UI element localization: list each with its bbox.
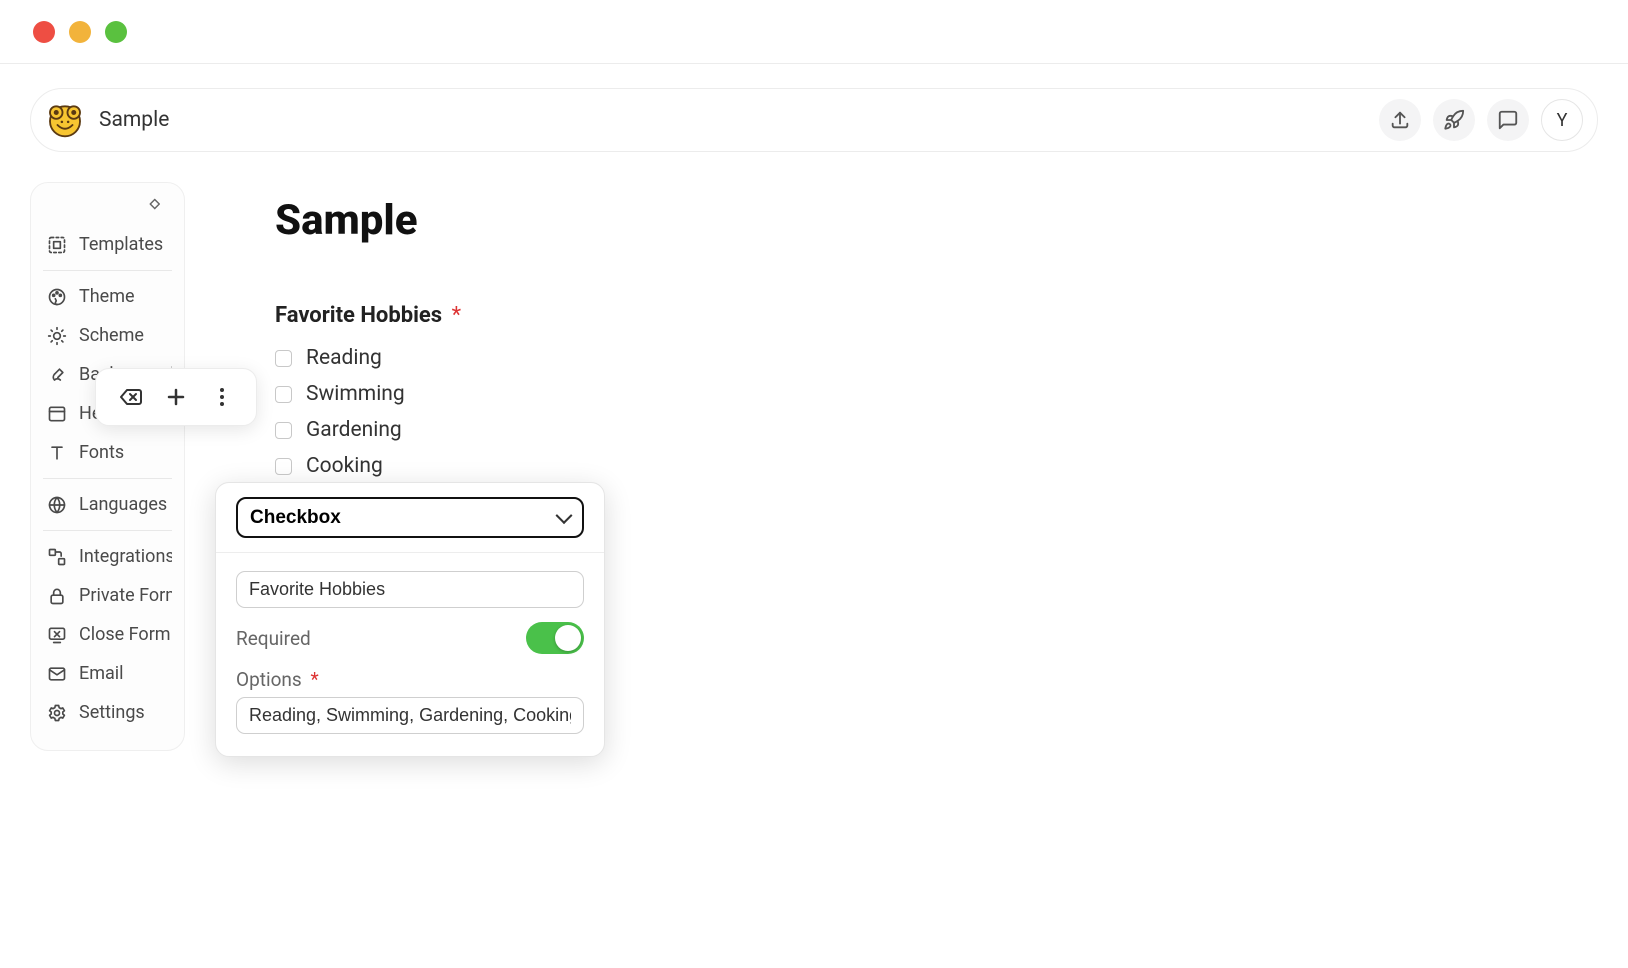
sun-icon — [47, 326, 67, 346]
sidebar-collapse[interactable] — [43, 195, 172, 219]
more-vertical-icon — [210, 385, 234, 409]
app-logo[interactable] — [45, 100, 85, 140]
checkbox-option[interactable]: Swimming — [275, 376, 1598, 412]
header-icon — [47, 404, 67, 424]
checkbox-option[interactable]: Reading — [275, 340, 1598, 376]
checkbox-option[interactable]: Gardening — [275, 412, 1598, 448]
window-titlebar — [0, 0, 1628, 64]
sidebar-item-private[interactable]: Private Form — [43, 576, 172, 615]
options-input[interactable] — [236, 697, 584, 734]
share-button[interactable] — [1379, 99, 1421, 141]
toggle-knob — [555, 625, 581, 651]
monkey-icon — [45, 100, 85, 140]
sidebar-item-theme[interactable]: Theme — [43, 277, 172, 316]
sidebar-item-label: Close Form — [79, 624, 171, 645]
sidebar-item-label: Fonts — [79, 442, 124, 463]
sidebar-item-label: Theme — [79, 286, 135, 307]
field-label-text: Favorite Hobbies — [275, 303, 442, 328]
sidebar-item-label: Languages — [79, 494, 167, 515]
backspace-icon — [118, 385, 142, 409]
upload-icon — [1389, 109, 1411, 131]
top-bar: Sample Y — [30, 88, 1598, 152]
window-close-dot[interactable] — [33, 21, 55, 43]
option-label: Gardening — [306, 418, 402, 442]
sidebar-item-close-form[interactable]: Close Form — [43, 615, 172, 654]
templates-icon — [47, 235, 67, 255]
palette-icon — [47, 287, 67, 307]
sidebar-item-scheme[interactable]: Scheme — [43, 316, 172, 355]
plus-icon — [164, 385, 188, 409]
sidebar: Templates Theme — [30, 182, 185, 751]
launch-button[interactable] — [1433, 99, 1475, 141]
required-marker: * — [452, 303, 461, 328]
window-zoom-dot[interactable] — [105, 21, 127, 43]
required-marker: * — [310, 668, 318, 691]
options-label: Options * — [236, 668, 584, 691]
field-question-label: Favorite Hobbies * — [275, 303, 1598, 328]
mail-icon — [47, 664, 67, 684]
sidebar-item-label: Integrations — [79, 546, 172, 567]
sidebar-item-label: Templates — [79, 234, 163, 255]
option-label: Cooking — [306, 454, 383, 478]
options-label-text: Options — [236, 668, 302, 691]
form-title-header[interactable]: Sample — [99, 108, 169, 132]
comments-button[interactable] — [1487, 99, 1529, 141]
user-avatar[interactable]: Y — [1541, 99, 1583, 141]
form-canvas: Sample Favorite Hobbies * Reading Swimmi… — [215, 182, 1598, 484]
lock-icon — [47, 586, 67, 606]
gear-icon — [47, 703, 67, 723]
checkbox-option[interactable]: Cooking — [275, 448, 1598, 484]
sidebar-item-languages[interactable]: Languages — [43, 485, 172, 524]
sidebar-item-label: Private Form — [79, 585, 172, 606]
sidebar-item-label: Settings — [79, 702, 145, 723]
field-more-button[interactable] — [210, 385, 234, 409]
required-toggle[interactable] — [526, 622, 584, 654]
brush-icon — [47, 365, 67, 385]
sidebar-item-fonts[interactable]: Fonts — [43, 433, 172, 472]
sidebar-item-label: Email — [79, 663, 124, 684]
rocket-icon — [1443, 109, 1465, 131]
checkbox-icon — [275, 350, 292, 367]
field-config-panel: Checkbox Required Options * — [215, 482, 605, 757]
chevrons-icon — [148, 195, 166, 213]
add-field-button[interactable] — [164, 385, 188, 409]
delete-field-button[interactable] — [118, 385, 142, 409]
field-name-input[interactable] — [236, 571, 584, 608]
option-label: Swimming — [306, 382, 405, 406]
form-heading[interactable]: Sample — [275, 196, 1598, 245]
required-label: Required — [236, 627, 311, 650]
field-type-select[interactable]: Checkbox — [236, 497, 584, 538]
sidebar-item-settings[interactable]: Settings — [43, 693, 172, 732]
integrations-icon — [47, 547, 67, 567]
monitor-x-icon — [47, 625, 67, 645]
window-minimize-dot[interactable] — [69, 21, 91, 43]
text-icon — [47, 443, 67, 463]
sidebar-item-integrations[interactable]: Integrations — [43, 537, 172, 576]
sidebar-item-label: Scheme — [79, 325, 144, 346]
sidebar-item-email[interactable]: Email — [43, 654, 172, 693]
globe-icon — [47, 495, 67, 515]
field-mini-toolbar — [95, 368, 257, 426]
checkbox-icon — [275, 422, 292, 439]
checkbox-icon — [275, 386, 292, 403]
chat-icon — [1497, 109, 1519, 131]
sidebar-item-templates[interactable]: Templates — [43, 225, 172, 264]
checkbox-icon — [275, 458, 292, 475]
option-label: Reading — [306, 346, 382, 370]
